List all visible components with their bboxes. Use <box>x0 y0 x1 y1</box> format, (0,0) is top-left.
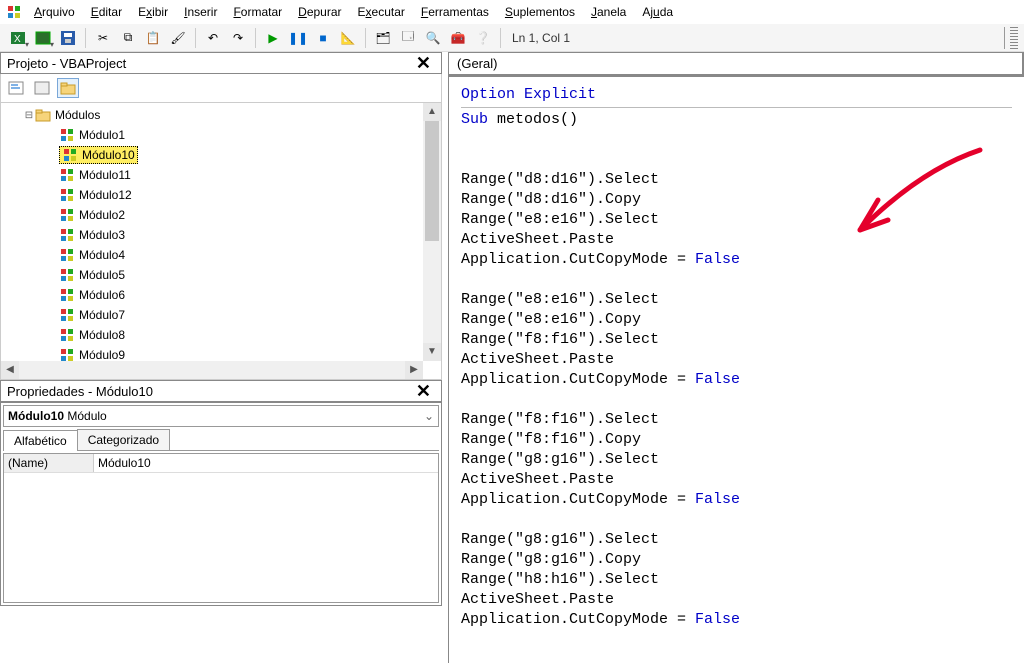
project-panel-close-icon[interactable]: ✕ <box>412 53 435 74</box>
separator <box>195 28 196 48</box>
tree-module-módulo3[interactable]: Módulo3 <box>3 225 421 245</box>
project-explorer-button[interactable]: 🗂 <box>371 26 395 50</box>
code-editor[interactable]: Option Explicit Sub metodos() Range("d8:… <box>449 75 1024 663</box>
toggle-folders-button[interactable] <box>57 78 79 98</box>
menu-formatar[interactable]: Formatar <box>225 3 290 21</box>
run-button[interactable]: ▶ <box>261 26 285 50</box>
object-combo[interactable]: (Geral) <box>449 53 1023 74</box>
tree-module-módulo8[interactable]: Módulo8 <box>3 325 421 345</box>
format-painter-button[interactable]: 🖌 <box>166 26 190 50</box>
module-icon <box>59 227 75 243</box>
menu-janela[interactable]: Janela <box>583 3 634 21</box>
reset-button[interactable]: ■ <box>311 26 335 50</box>
property-row[interactable]: (Name) Módulo10 <box>4 454 438 473</box>
undo-button[interactable]: ↶ <box>201 26 225 50</box>
break-button[interactable]: ❚❚ <box>286 26 310 50</box>
tree-module-módulo10[interactable]: Módulo10 <box>3 145 421 165</box>
cut-button[interactable]: ✂ <box>91 26 115 50</box>
folder-icon <box>35 108 51 122</box>
tree-module-módulo12[interactable]: Módulo12 <box>3 185 421 205</box>
menu-executar[interactable]: Executar <box>350 3 413 21</box>
menu-exibir[interactable]: Exibir <box>130 3 176 21</box>
toolbar-divider <box>1004 27 1005 49</box>
separator <box>500 28 501 48</box>
tab-categorized[interactable]: Categorizado <box>77 429 170 450</box>
save-button[interactable] <box>56 26 80 50</box>
module-icon <box>62 147 78 163</box>
project-tree: ⊟MódulosMódulo1Módulo10Módulo11Módulo12M… <box>0 102 442 380</box>
tree-module-módulo7[interactable]: Módulo7 <box>3 305 421 325</box>
object-combo-value: (Geral) <box>457 56 497 71</box>
properties-panel-title: Propriedades - Módulo10 <box>7 384 153 399</box>
module-icon <box>59 287 75 303</box>
redo-button[interactable]: ↷ <box>226 26 250 50</box>
tree-horizontal-scrollbar[interactable]: ◀ ▶ <box>1 361 423 379</box>
tree-vertical-scrollbar[interactable]: ▲ ▼ <box>423 103 441 361</box>
menu-suplementos[interactable]: Suplementos <box>497 3 583 21</box>
insert-object-button[interactable] <box>31 26 55 50</box>
module-icon <box>59 327 75 343</box>
tree-module-módulo5[interactable]: Módulo5 <box>3 265 421 285</box>
module-icon <box>59 187 75 203</box>
view-object-button[interactable] <box>31 78 53 98</box>
project-panel-title: Projeto - VBAProject <box>7 56 126 71</box>
menu-depurar[interactable]: Depurar <box>290 3 349 21</box>
menubar: ArquivoEditarExibirInserirFormatarDepura… <box>0 0 1024 24</box>
properties-panel-header: Propriedades - Módulo10 ✕ <box>0 380 442 402</box>
tree-module-módulo4[interactable]: Módulo4 <box>3 245 421 265</box>
properties-object-selector[interactable]: Módulo10 Módulo ⌄ <box>3 405 439 427</box>
module-icon <box>59 167 75 183</box>
object-type: Módulo <box>67 409 106 423</box>
property-key: (Name) <box>4 454 94 472</box>
properties-grid: (Name) Módulo10 <box>3 453 439 603</box>
tree-module-módulo1[interactable]: Módulo1 <box>3 125 421 145</box>
object-browser-button[interactable]: 🔍 <box>421 26 445 50</box>
design-mode-button[interactable]: 📐 <box>336 26 360 50</box>
module-icon <box>59 307 75 323</box>
view-code-button[interactable] <box>5 78 27 98</box>
module-icon <box>59 207 75 223</box>
properties-tabs: Alfabético Categorizado <box>3 429 439 451</box>
menu-ferramentas[interactable]: Ferramentas <box>413 3 497 21</box>
menu-inserir[interactable]: Inserir <box>176 3 225 21</box>
help-button[interactable]: ❔ <box>471 26 495 50</box>
chevron-down-icon: ⌄ <box>424 409 434 423</box>
object-name: Módulo10 <box>8 409 64 423</box>
toolbar-drag-handle[interactable] <box>1010 27 1018 49</box>
copy-button[interactable]: ⧉ <box>116 26 140 50</box>
view-excel-button[interactable]: X <box>6 26 30 50</box>
separator <box>85 28 86 48</box>
menu-editar[interactable]: Editar <box>83 3 130 21</box>
project-panel-toolbar <box>0 74 442 102</box>
menu-ajuda[interactable]: Ajuda <box>634 3 681 21</box>
properties-button[interactable]: 🗔 <box>396 26 420 50</box>
toolbar: X ✂ ⧉ 📋 🖌 ↶ ↷ ▶ ❚❚ ■ 📐 🗂 🗔 🔍 🧰 ❔ Ln 1, C… <box>0 24 1024 52</box>
tree-module-módulo9[interactable]: Módulo9 <box>3 345 421 361</box>
property-value[interactable]: Módulo10 <box>94 454 155 472</box>
module-icon <box>59 347 75 361</box>
module-icon <box>59 127 75 143</box>
menu-arquivo[interactable]: Arquivo <box>26 3 83 21</box>
svg-text:X: X <box>14 34 21 45</box>
cursor-position: Ln 1, Col 1 <box>506 31 576 45</box>
module-icon <box>59 267 75 283</box>
tree-module-módulo2[interactable]: Módulo2 <box>3 205 421 225</box>
separator <box>365 28 366 48</box>
toolbox-button[interactable]: 🧰 <box>446 26 470 50</box>
paste-button[interactable]: 📋 <box>141 26 165 50</box>
properties-panel-close-icon[interactable]: ✕ <box>412 381 435 402</box>
tab-alphabetic[interactable]: Alfabético <box>3 430 78 451</box>
project-panel-header: Projeto - VBAProject ✕ <box>0 52 442 74</box>
tree-module-módulo11[interactable]: Módulo11 <box>3 165 421 185</box>
tree-folder-modules[interactable]: ⊟Módulos <box>3 105 421 125</box>
separator <box>255 28 256 48</box>
tree-module-módulo6[interactable]: Módulo6 <box>3 285 421 305</box>
module-icon <box>59 247 75 263</box>
vba-app-icon <box>6 4 22 20</box>
